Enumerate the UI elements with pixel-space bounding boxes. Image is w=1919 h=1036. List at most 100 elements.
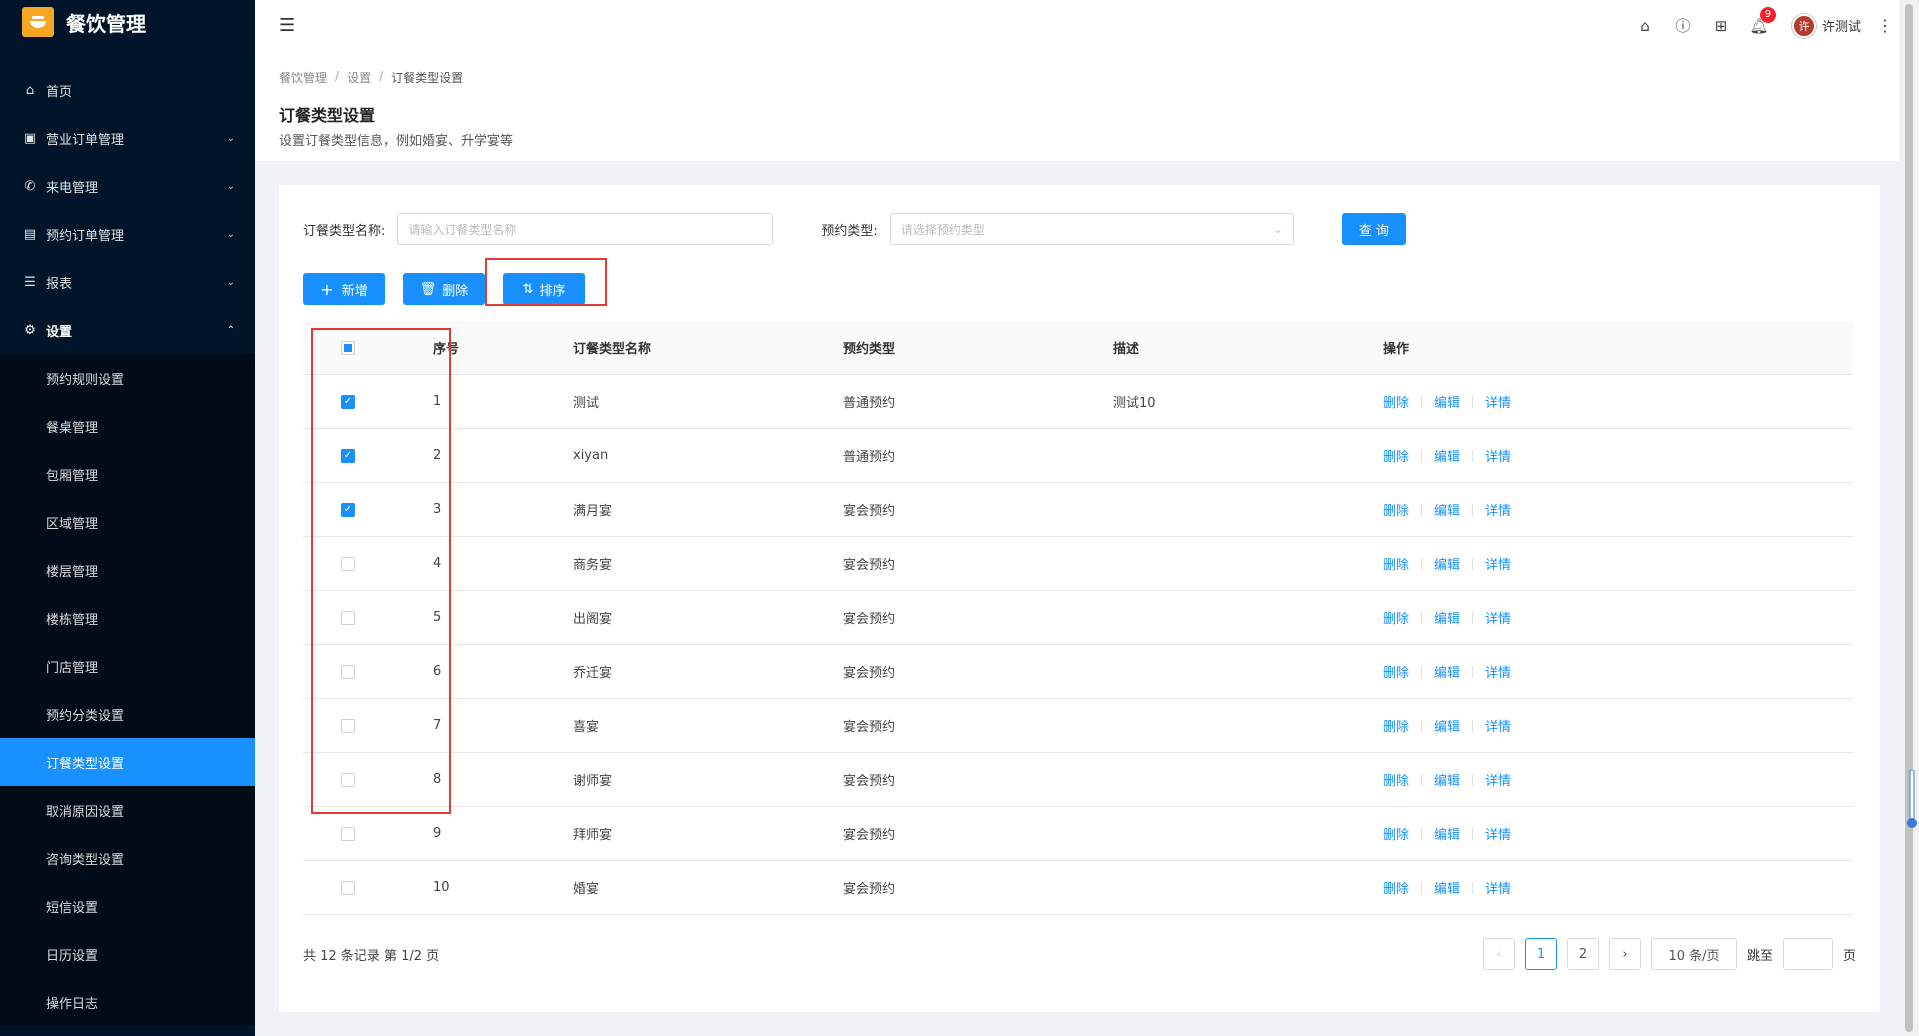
home-icon[interactable]: ⌂ <box>1626 17 1664 35</box>
sidebar-subitem[interactable]: 预约分类设置 <box>0 690 255 738</box>
row-delete-link[interactable]: 删除 <box>1383 392 1409 411</box>
row-delete-link[interactable]: 删除 <box>1383 770 1409 789</box>
column-header-op: 操作 <box>1383 342 1410 357</box>
sidebar-subitem[interactable]: 门店管理 <box>0 642 255 690</box>
row-detail-link[interactable]: 详情 <box>1485 446 1511 465</box>
row-detail-link[interactable]: 详情 <box>1485 392 1511 411</box>
row-detail-link[interactable]: 详情 <box>1485 662 1511 681</box>
sidebar-subitem[interactable]: 日历设置 <box>0 930 255 978</box>
row-edit-link[interactable]: 编辑 <box>1434 770 1460 789</box>
page-size-select[interactable]: 10 条/页 <box>1650 938 1737 970</box>
user-menu[interactable]: 许 许测试 <box>1791 13 1861 38</box>
page-button-2[interactable]: 2 <box>1566 938 1599 970</box>
help-icon[interactable]: ⓘ <box>1664 15 1702 36</box>
table-header: 序号 订餐类型名称 预约类型 描述 操作 <box>303 321 1853 375</box>
sidebar-subitem[interactable]: 包厢管理 <box>0 450 255 498</box>
row-delete-link[interactable]: 删除 <box>1383 662 1409 681</box>
cell-name: 喜宴 <box>573 720 600 735</box>
sidebar-subitem[interactable]: 预约规则设置 <box>0 354 255 402</box>
sidebar-item[interactable]: ▤ 预约订单管理 ⌄ <box>0 210 255 258</box>
delete-button[interactable]: 🗑︎ 删除 <box>403 273 485 305</box>
row-delete-link[interactable]: 删除 <box>1383 554 1409 573</box>
name-filter-input[interactable]: 请输入订餐类型名称 <box>397 213 774 245</box>
notification-bell-icon[interactable]: 🔔︎ 9 <box>1740 6 1778 35</box>
page-header: 餐饮管理 / 设置 / 订餐类型设置 订餐类型设置 设置订餐类型信息，例如婚宴、… <box>255 51 1899 161</box>
cell-no: 10 <box>433 880 450 895</box>
row-delete-link[interactable]: 删除 <box>1383 608 1409 627</box>
row-detail-link[interactable]: 详情 <box>1485 500 1511 519</box>
row-delete-link[interactable]: 删除 <box>1383 878 1409 897</box>
jump-page-input[interactable] <box>1782 938 1833 970</box>
row-edit-link[interactable]: 编辑 <box>1434 608 1460 627</box>
cell-operations: 删除 编辑 详情 <box>1383 878 1853 897</box>
prev-page-button[interactable]: ‹ <box>1482 938 1515 970</box>
user-name: 许测试 <box>1821 20 1861 35</box>
row-delete-link[interactable]: 删除 <box>1383 500 1409 519</box>
row-edit-link[interactable]: 编辑 <box>1434 824 1460 843</box>
sidebar-item[interactable]: ✆ 来电管理 ⌄ <box>0 162 255 210</box>
apps-grid-icon[interactable]: ⊞ <box>1702 17 1740 35</box>
cell-no: 9 <box>433 826 442 841</box>
row-delete-link[interactable]: 删除 <box>1383 824 1409 843</box>
row-edit-link[interactable]: 编辑 <box>1434 554 1460 573</box>
breadcrumb-item[interactable]: 餐饮管理 <box>279 69 327 86</box>
sidebar-subitem[interactable]: 楼栋管理 <box>0 594 255 642</box>
row-delete-link[interactable]: 删除 <box>1383 716 1409 735</box>
row-delete-link[interactable]: 删除 <box>1383 446 1409 465</box>
sidebar-item[interactable]: ☰ 报表 ⌄ <box>0 258 255 306</box>
sidebar-subitem[interactable]: 短信设置 <box>0 882 255 930</box>
sidebar-subitem[interactable]: 订餐类型设置 <box>0 738 255 786</box>
divider <box>1421 611 1423 624</box>
add-button[interactable]: + 新增 <box>303 273 385 305</box>
row-detail-link[interactable]: 详情 <box>1485 716 1511 735</box>
row-detail-link[interactable]: 详情 <box>1485 770 1511 789</box>
cell-operations: 删除 编辑 详情 <box>1383 392 1853 411</box>
row-edit-link[interactable]: 编辑 <box>1434 878 1460 897</box>
page-scrollbar[interactable] <box>1899 0 1919 1036</box>
more-vertical-icon[interactable]: ⋮ <box>1877 16 1893 35</box>
row-detail-link[interactable]: 详情 <box>1485 554 1511 573</box>
row-edit-link[interactable]: 编辑 <box>1434 446 1460 465</box>
sidebar-menu: ⌂ 首页 ▣ 营业订单管理 ⌄ ✆ 来电管理 ⌄ ▤ 预约订单管理 ⌄ ☰ 报表 ⌄ ⚙ 设置 ⌃ 预约规则设置餐… <box>0 66 255 1026</box>
logo[interactable]: 餐饮管理 <box>0 0 255 44</box>
breadcrumb-item[interactable]: 设置 <box>347 69 371 86</box>
content-card: 订餐类型名称: 请输入订餐类型名称 预约类型: 请选择预约类型 ⌄ 查 询 + … <box>279 185 1880 1012</box>
highlight-box-columns <box>311 328 451 814</box>
sidebar-subitem[interactable]: 楼层管理 <box>0 546 255 594</box>
divider <box>1472 611 1474 624</box>
cell-type: 宴会预约 <box>843 882 896 897</box>
next-page-button[interactable]: › <box>1608 938 1641 970</box>
row-detail-link[interactable]: 详情 <box>1485 878 1511 897</box>
row-edit-link[interactable]: 编辑 <box>1434 716 1460 735</box>
row-edit-link[interactable]: 编辑 <box>1434 662 1460 681</box>
sidebar-item[interactable]: ▣ 营业订单管理 ⌄ <box>0 114 255 162</box>
cell-operations: 删除 编辑 详情 <box>1383 716 1853 735</box>
sidebar-subitem[interactable]: 餐桌管理 <box>0 402 255 450</box>
sidebar-item[interactable]: ⌂ 首页 <box>0 66 255 114</box>
page-button-1[interactable]: 1 <box>1524 938 1557 970</box>
menu-fold-icon[interactable]: ☰ <box>279 15 295 36</box>
page-unit-label: 页 <box>1842 948 1856 964</box>
divider <box>1472 827 1474 840</box>
sidebar-item[interactable]: ⚙ 设置 ⌃ <box>0 306 255 354</box>
plus-icon: + <box>320 279 334 299</box>
type-filter-select[interactable]: 请选择预约类型 ⌄ <box>889 213 1294 245</box>
sidebar-subitem[interactable]: 取消原因设置 <box>0 786 255 834</box>
sidebar-subitem[interactable]: 操作日志 <box>0 978 255 1026</box>
row-edit-link[interactable]: 编辑 <box>1434 500 1460 519</box>
row-detail-link[interactable]: 详情 <box>1485 608 1511 627</box>
cell-name: 满月宴 <box>573 504 613 519</box>
sidebar-subitem[interactable]: 咨询类型设置 <box>0 834 255 882</box>
chevron-icon: ⌄ <box>226 180 235 192</box>
sidebar-subitem[interactable]: 区域管理 <box>0 498 255 546</box>
row-edit-link[interactable]: 编辑 <box>1434 392 1460 411</box>
divider <box>1421 395 1423 408</box>
chevron-icon: ⌃ <box>226 324 235 336</box>
cell-type: 宴会预约 <box>843 558 896 573</box>
scrollbar-thumb[interactable] <box>1905 4 1913 1032</box>
query-button[interactable]: 查 询 <box>1341 213 1406 245</box>
sidebar-item-label: 设置 <box>46 324 73 340</box>
row-checkbox[interactable] <box>341 826 355 841</box>
row-checkbox[interactable] <box>341 880 355 895</box>
row-detail-link[interactable]: 详情 <box>1485 824 1511 843</box>
